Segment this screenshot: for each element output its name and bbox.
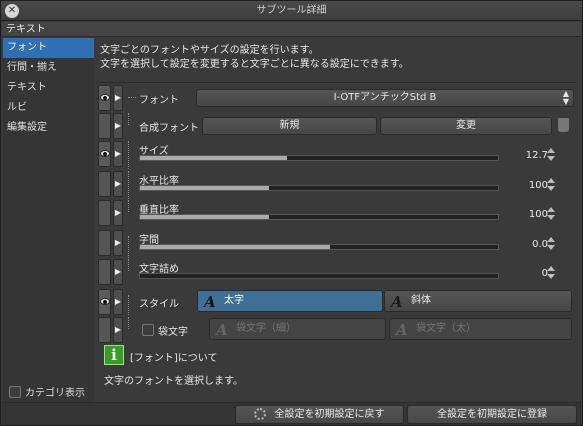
size-slider[interactable] [139, 155, 499, 161]
composite-font-edit-button[interactable]: 変更 [380, 117, 552, 135]
sidebar-item-edit-settings[interactable]: 編集設定 [3, 118, 94, 138]
sidebar-item-font[interactable]: フォント [3, 38, 94, 58]
font-value: I-OTFアンチックStd B [333, 92, 437, 103]
expand-arrow-icon[interactable]: ▶ [113, 259, 123, 285]
size-slider-fill [140, 156, 287, 160]
kerning-slider[interactable] [139, 273, 499, 279]
info-icon: i [104, 345, 124, 365]
vertical-ratio-slider-fill [140, 215, 269, 219]
register-all-button[interactable]: 全設定を初期設定に登録 [407, 405, 577, 424]
window-titlebar: ✕ サブツール詳細 [1, 1, 582, 21]
eye-icon[interactable] [98, 85, 111, 111]
expand-arrow-icon[interactable]: ▶ [113, 85, 123, 111]
horizontal-ratio-slider-fill [140, 186, 269, 190]
eye-off-icon[interactable] [98, 200, 111, 226]
expand-arrow-icon[interactable]: ▶ [113, 113, 123, 139]
eye-off-icon[interactable] [98, 171, 111, 197]
italic-button[interactable]: A 斜体 [384, 290, 572, 312]
trash-icon[interactable] [558, 118, 569, 132]
expand-arrow-icon[interactable]: ▶ [113, 200, 123, 226]
sidebar-item-line-spacing[interactable]: 行間・揃え [3, 58, 94, 78]
kerning-row: ▶ 文字詰め 0 [96, 259, 576, 287]
sidebar-item-ruby[interactable]: ルビ [3, 98, 94, 118]
outline-checkbox[interactable] [142, 324, 154, 336]
help-info-box: i [フォント]について 文字のフォントを選択します。 [100, 339, 576, 395]
outline-thin-label: 袋文字（細） [236, 323, 296, 334]
sidebar-item-text[interactable]: テキスト [3, 78, 94, 98]
size-spinner-icon[interactable] [546, 148, 556, 162]
spinner-icon [254, 408, 266, 420]
composite-font-new-button[interactable]: 新規 [202, 117, 377, 135]
char-spacing-slider[interactable] [139, 244, 499, 250]
vertical-ratio-row: ▶ 垂直比率 100 [96, 200, 576, 228]
description-line-1: 文字ごとのフォントやサイズの設定を行います。 [100, 45, 319, 56]
bold-button[interactable]: A 太字 [197, 290, 383, 312]
vertical-ratio-spinner-icon[interactable] [546, 207, 556, 221]
eye-off-icon[interactable] [98, 259, 111, 285]
outline-thin-button[interactable]: A 袋文字（細） [209, 318, 386, 340]
italic-label: 斜体 [411, 295, 431, 306]
font-row: ▶ フォント I-OTFアンチックStd B ▲ ▼ [96, 85, 576, 111]
style-row: ▶ スタイル A 太字 A 斜体 [96, 289, 576, 315]
composite-font-row: ▶ 合成フォント 新規 変更 [96, 113, 576, 139]
info-title: [フォント]について [130, 353, 218, 364]
category-display-checkbox[interactable] [9, 385, 21, 398]
kerning-spinner-icon[interactable] [546, 266, 556, 280]
sub-tool-detail-window: ✕ サブツール詳細 テキスト フォント 行間・揃え テキスト ルビ 編集設定 カ… [0, 0, 583, 426]
composite-font-label: 合成フォント [139, 123, 199, 134]
bold-a-icon: A [204, 293, 216, 311]
section-header: テキスト [2, 22, 581, 37]
outline-thick-button[interactable]: A 袋文字（太） [389, 318, 572, 340]
eye-off-icon[interactable] [98, 113, 111, 139]
italic-a-icon: A [391, 293, 403, 311]
description-line-2: 文字を選択して設定を変更すると文字ごとに異なる設定にできます。 [100, 59, 409, 70]
style-label: スタイル [139, 299, 179, 310]
horizontal-ratio-spinner-icon[interactable] [546, 178, 556, 192]
char-spacing-slider-fill [140, 245, 330, 249]
eye-icon[interactable] [98, 289, 111, 315]
expand-arrow-icon[interactable]: ▶ [113, 230, 123, 256]
footer-bar: 全設定を初期設定に戻す 全設定を初期設定に登録 [2, 402, 581, 425]
expand-arrow-icon[interactable]: ▶ [113, 171, 123, 197]
expand-arrow-icon[interactable]: ▶ [113, 141, 123, 167]
outline-thick-label: 袋文字（太） [416, 323, 476, 334]
outline-label: 袋文字 [158, 327, 188, 338]
outline-thick-a-icon: A [396, 321, 408, 339]
category-sidebar: フォント 行間・揃え テキスト ルビ 編集設定 カテゴリ表示 [3, 38, 94, 402]
char-spacing-row: ▶ 字間 0.0 [96, 230, 576, 258]
eye-off-icon[interactable] [98, 230, 111, 256]
size-row: ▶ サイズ 12.7 [96, 141, 576, 169]
close-icon[interactable]: ✕ [5, 4, 19, 18]
category-display-label: カテゴリ表示 [25, 388, 85, 399]
font-select[interactable]: I-OTFアンチックStd B ▲ ▼ [196, 89, 574, 107]
settings-main: 文字ごとのフォントやサイズの設定を行います。 文字を選択して設定を変更すると文字… [96, 38, 581, 402]
expand-arrow-icon[interactable]: ▶ [113, 289, 123, 315]
font-label: フォント [139, 95, 179, 106]
vertical-ratio-slider[interactable] [139, 214, 499, 220]
outline-thin-a-icon: A [216, 321, 228, 339]
char-spacing-spinner-icon[interactable] [546, 237, 556, 251]
category-display-toggle[interactable]: カテゴリ表示 [9, 384, 85, 399]
select-arrows-icon: ▲ ▼ [562, 89, 569, 106]
window-title: サブツール詳細 [256, 5, 327, 16]
reset-all-button[interactable]: 全設定を初期設定に戻す [235, 405, 404, 424]
size-value[interactable]: 12.7 [526, 150, 548, 161]
settings-description: 文字ごとのフォントやサイズの設定を行います。 文字を選択して設定を変更すると文字… [100, 44, 409, 72]
reset-all-label: 全設定を初期設定に戻す [274, 409, 385, 420]
info-body: 文字のフォントを選択します。 [104, 376, 243, 387]
horizontal-ratio-slider[interactable] [139, 185, 499, 191]
horizontal-ratio-row: ▶ 水平比率 100 [96, 171, 576, 199]
bold-label: 太字 [224, 295, 244, 306]
settings-panel: ▶ フォント I-OTFアンチックStd B ▲ ▼ ▶ 合成フォント 新規 変更 [96, 82, 576, 374]
eye-icon[interactable] [98, 141, 111, 167]
